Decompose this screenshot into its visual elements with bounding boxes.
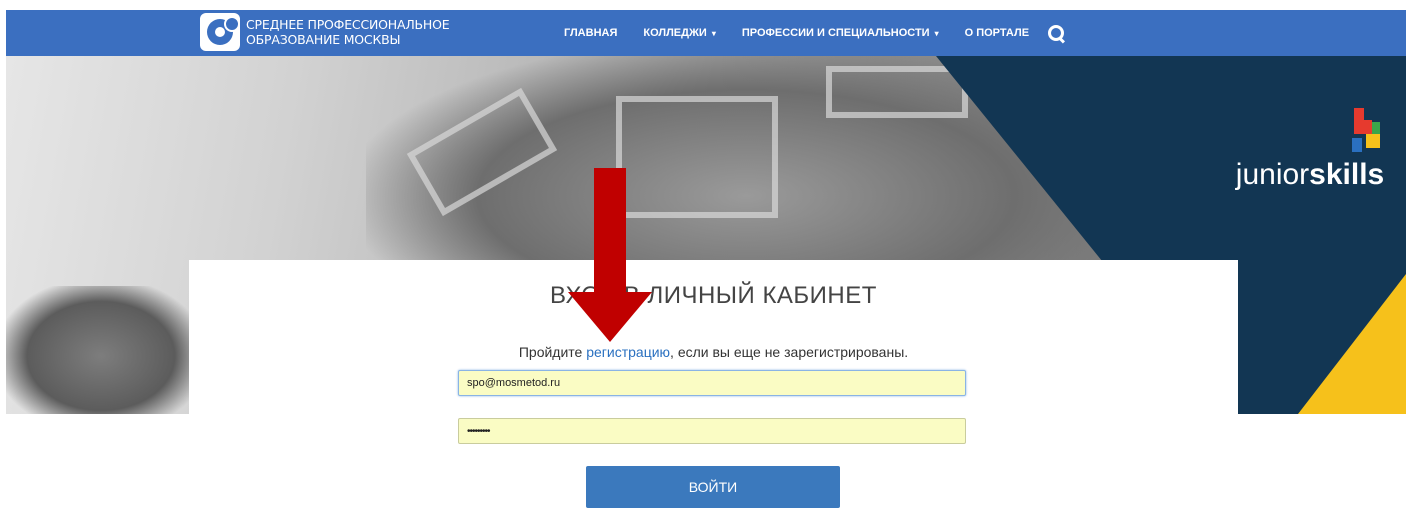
site-title-line2: ОБРАЗОВАНИЕ МОСКВЫ [246,32,401,47]
registration-hint: Пройдите регистрацию, если вы еще не зар… [189,344,1238,360]
caret-down-icon: ▾ [934,28,939,38]
gears-logo-icon [200,13,240,51]
nav-item-label: ПРОФЕССИИ И СПЕЦИАЛЬНОСТИ [741,27,930,39]
wordmark-light: junior [1235,158,1310,191]
login-card: ВХОД В ЛИЧНЫЙ КАБИНЕТ Пройдите регистрац… [189,260,1238,522]
login-title: ВХОД В ЛИЧНЫЙ КАБИНЕТ [550,282,877,309]
nav-item-professions[interactable]: ПРОФЕССИИ И СПЕЦИАЛЬНОСТИ ▾ [742,27,939,39]
site-title: СРЕДНЕЕ ПРОФЕССИОНАЛЬНОЕ ОБРАЗОВАНИЕ МОС… [246,17,450,47]
top-navbar: СРЕДНЕЕ ПРОФЕССИОНАЛЬНОЕ ОБРАЗОВАНИЕ МОС… [6,10,1406,56]
nav-item-home[interactable]: ГЛАВНАЯ [564,27,617,39]
red-arrow-shaft [594,168,626,306]
caret-down-icon: ▾ [711,28,716,38]
login-button[interactable]: ВОЙТИ [586,466,840,508]
site-title-line1: СРЕДНЕЕ ПРОФЕССИОНАЛЬНОЕ [246,17,450,32]
wordmark-bold: skills [1309,158,1385,191]
lego-frame [616,96,778,218]
hint-text-after: , если вы еще не зарегистрированы. [670,344,909,360]
nav-item-label: ГЛАВНАЯ [564,27,618,39]
nav-item-colleges[interactable]: КОЛЛЕДЖИ ▾ [643,27,715,39]
yellow-corner [1298,274,1406,414]
password-field[interactable]: ••••••••• [458,418,966,444]
juniorskills-blocks-icon [1352,108,1382,156]
hint-text-before: Пройдите [518,344,587,360]
nav-item-label: КОЛЛЕДЖИ [643,27,707,39]
search-icon[interactable] [1047,24,1066,44]
password-value: ••••••••• [467,425,490,437]
email-field[interactable]: spo@mosmetod.ru [458,370,966,396]
red-arrow-down-icon [568,292,652,342]
nav-item-about[interactable]: О ПОРТАЛЕ [965,27,1029,39]
site-logo[interactable]: СРЕДНЕЕ ПРОФЕССИОНАЛЬНОЕ ОБРАЗОВАНИЕ МОС… [200,13,450,51]
login-button-label: ВОЙТИ [688,479,738,495]
robot-photo-left [6,286,196,414]
registration-link[interactable]: регистрацию [586,344,670,360]
email-value: spo@mosmetod.ru [467,377,561,389]
juniorskills-logo: juniorskills [1220,108,1400,192]
main-nav: ГЛАВНАЯ КОЛЛЕДЖИ ▾ ПРОФЕССИИ И СПЕЦИАЛЬН… [564,10,1066,56]
juniorskills-wordmark: juniorskills [1220,158,1400,192]
nav-item-label: О ПОРТАЛЕ [964,27,1030,39]
